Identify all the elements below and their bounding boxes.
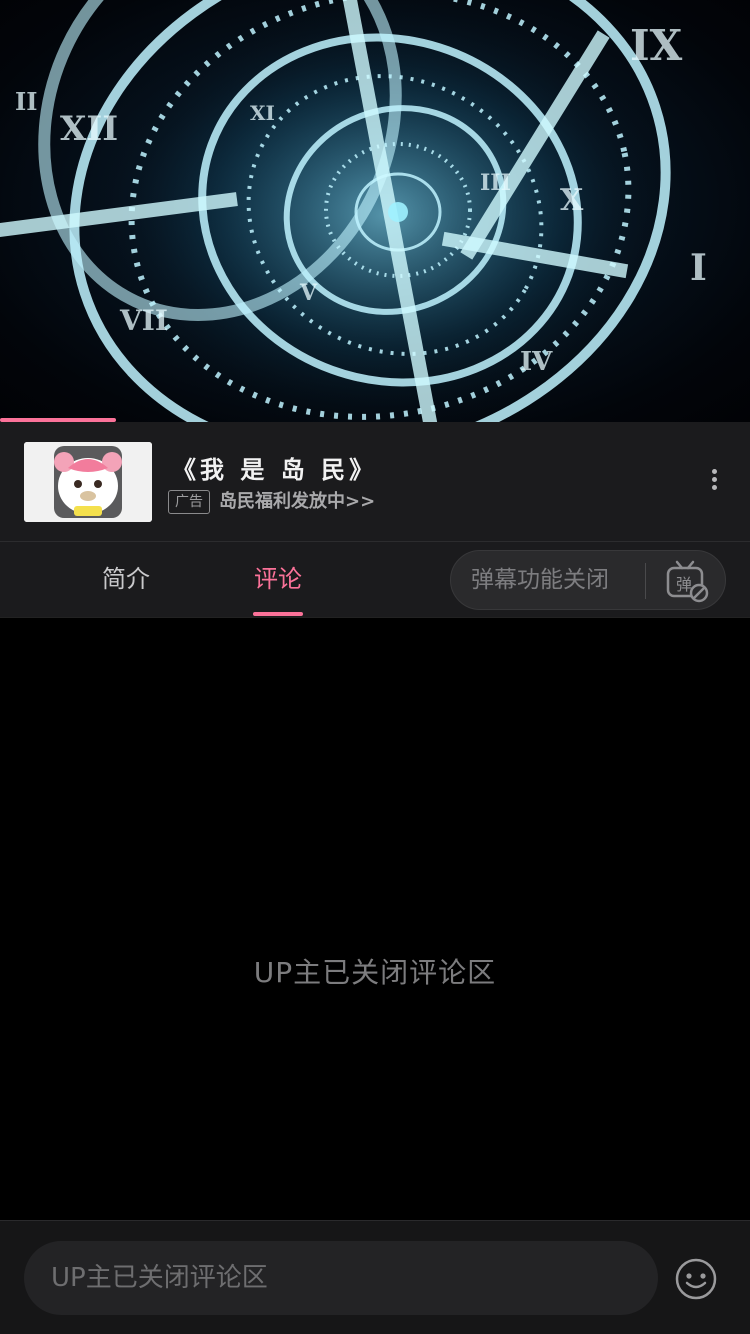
svg-text:X: X [560, 183, 584, 218]
video-frame-clock-art: XII X I IX VII III XI V IV II [0, 0, 707, 422]
ad-banner[interactable]: 《我 是 岛 民》 广告 岛民福利发放中>> [0, 422, 750, 542]
svg-text:XI: XI [250, 101, 275, 125]
ad-badge: 广告 [168, 490, 210, 514]
svg-text:XII: XII [60, 109, 118, 149]
svg-text:VII: VII [119, 304, 168, 337]
more-vertical-icon[interactable] [698, 466, 730, 498]
svg-text:II: II [15, 87, 37, 116]
comment-input[interactable] [24, 1241, 658, 1315]
ad-title[interactable]: 《我 是 岛 民》 [172, 450, 377, 485]
danmaku-divider [645, 563, 646, 599]
comments-panel: UP主已关闭评论区 [0, 619, 750, 1220]
danmaku-off-icon[interactable]: 弹 [663, 557, 711, 605]
svg-text:III: III [480, 170, 511, 196]
ad-subtitle[interactable]: 岛民福利发放中>> [219, 490, 375, 514]
video-player[interactable]: XII X I IX VII III XI V IV II [0, 0, 750, 422]
active-tab-indicator [253, 612, 303, 616]
tab-intro[interactable]: 简介 [76, 542, 176, 618]
tab-comments[interactable]: 评论 [228, 542, 328, 618]
comment-input-bar [0, 1220, 750, 1334]
bear-mascot-icon[interactable] [24, 442, 152, 522]
svg-text:V: V [299, 280, 318, 306]
emoji-smile-icon[interactable] [674, 1257, 718, 1301]
tab-bar: 简介 评论 弹幕功能关闭 弹 [0, 542, 750, 618]
svg-text:IX: IX [630, 21, 683, 70]
danmaku-status-label: 弹幕功能关闭 [471, 567, 609, 593]
comments-closed-message: UP主已关闭评论区 [253, 956, 497, 989]
danmaku-icon-glyph: 弹 [676, 575, 692, 594]
svg-text:I: I [690, 247, 707, 289]
danmaku-toggle[interactable]: 弹幕功能关闭 弹 [450, 550, 726, 610]
svg-text:IV: IV [520, 347, 553, 377]
